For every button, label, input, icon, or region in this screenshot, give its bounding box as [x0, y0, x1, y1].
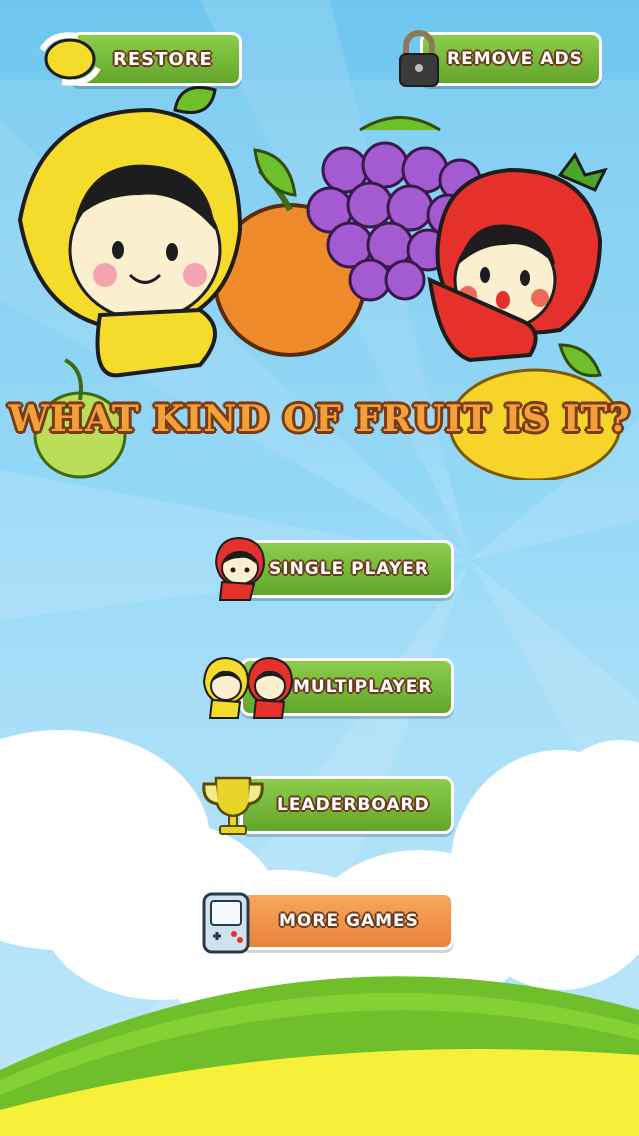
grass-hill: [0, 976, 639, 1136]
restore-icon: [39, 32, 101, 86]
more-games-button[interactable]: MORE GAMES: [240, 892, 454, 950]
single-player-button[interactable]: SINGLE PLAYER: [240, 540, 454, 598]
multiplayer-label: MULTIPLAYER: [293, 677, 433, 697]
game-title: WHAT KIND OF FRUIT IS IT?: [8, 398, 631, 440]
padlock-icon: [399, 30, 439, 87]
leaderboard-label: LEADERBOARD: [277, 795, 430, 815]
remove-ads-button[interactable]: REMOVE ADS: [420, 32, 602, 86]
remove-ads-label: REMOVE ADS: [447, 49, 583, 69]
restore-label: RESTORE: [113, 48, 213, 70]
handheld-console-icon: [202, 892, 250, 954]
more-games-label: MORE GAMES: [279, 911, 419, 931]
trophy-icon: [202, 776, 264, 835]
lemon-and-strawberry-kids-icon: [202, 656, 294, 719]
leaderboard-button[interactable]: LEADERBOARD: [240, 776, 454, 834]
strawberry-girl-icon: [214, 536, 266, 601]
single-player-label: SINGLE PLAYER: [269, 559, 429, 579]
